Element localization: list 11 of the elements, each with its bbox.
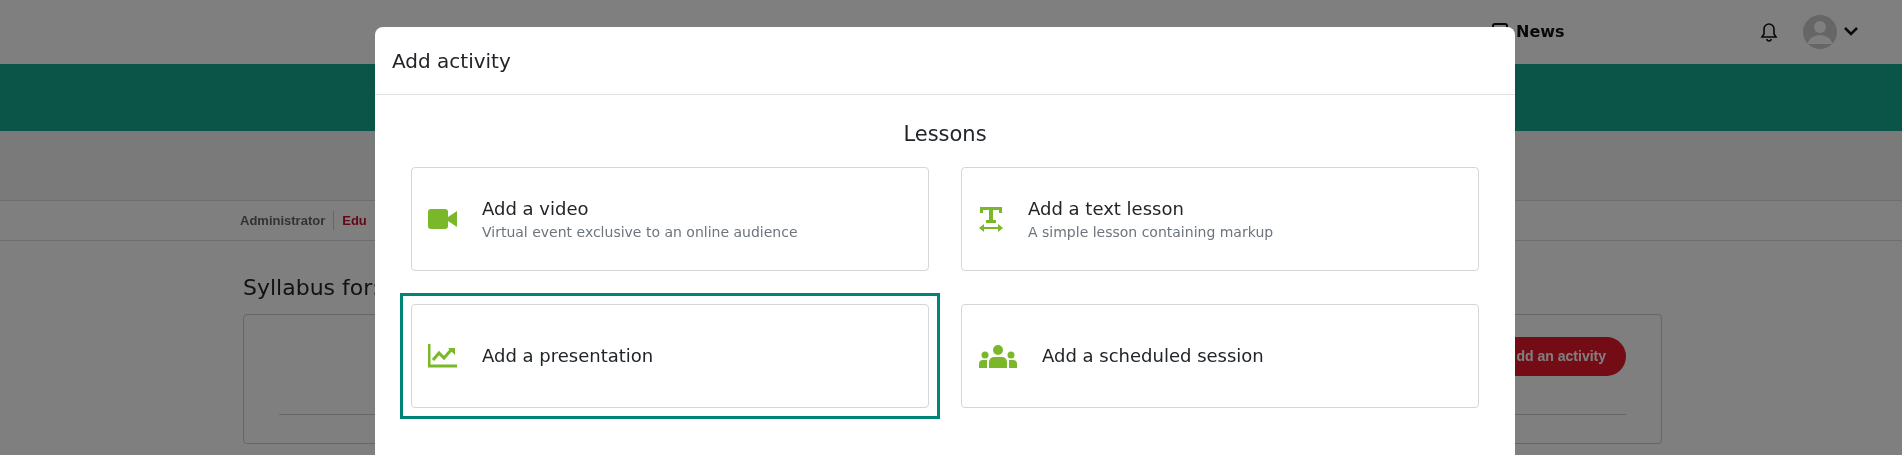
people-group-icon — [978, 343, 1018, 368]
activity-option[interactable]: Add a presentation — [411, 303, 929, 408]
text-width-icon — [978, 205, 1004, 232]
line-chart-icon — [428, 343, 458, 368]
video-camera-icon — [428, 207, 458, 230]
activity-option[interactable]: Add a scheduled session — [961, 303, 1479, 408]
activity-option[interactable]: Add a video Virtual event exclusive to an online audience — [411, 166, 929, 271]
modal-title: Add activity — [392, 48, 511, 73]
section-heading: Lessons — [902, 121, 988, 148]
bell-icon[interactable] — [1760, 22, 1778, 42]
activity-option[interactable]: Add a text lesson A simple lesson containing markup — [961, 166, 1479, 271]
